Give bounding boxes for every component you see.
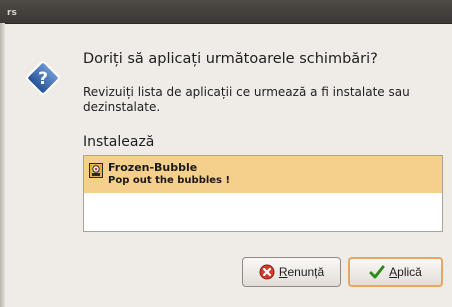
cancel-button[interactable]: Renunță xyxy=(242,257,341,287)
rs-app-icon[interactable]: rs xyxy=(7,6,19,18)
install-list[interactable]: Frozen-Bubble Pop out the bubbles ! xyxy=(83,155,443,232)
app-summary: Pop out the bubbles ! xyxy=(108,175,231,186)
window-titlebar[interactable]: rs xyxy=(0,0,452,24)
apply-label: Aplică xyxy=(389,265,422,279)
window-left-edge xyxy=(0,23,5,307)
cancel-icon xyxy=(259,264,275,280)
dialog-heading: Doriți să aplicați următoarele schimbări… xyxy=(83,51,378,67)
cancel-label-rest: enunță xyxy=(287,265,325,279)
frozen-bubble-icon xyxy=(89,163,103,178)
apply-button[interactable]: Aplică xyxy=(348,257,443,287)
apply-label-rest: plică xyxy=(397,265,422,279)
install-section-label: Instalează xyxy=(83,134,155,150)
svg-text:?: ? xyxy=(38,69,48,89)
dialog-description: Revizuiți lista de aplicații ce urmează … xyxy=(83,85,410,114)
svg-text:rs: rs xyxy=(7,8,17,17)
app-name: Frozen-Bubble xyxy=(108,161,198,174)
check-icon xyxy=(369,264,385,280)
apply-mnemonic: A xyxy=(389,265,398,279)
cancel-label: Renunță xyxy=(279,265,324,279)
question-icon: ? xyxy=(24,59,62,97)
list-item[interactable]: Frozen-Bubble Pop out the bubbles ! xyxy=(84,156,442,193)
